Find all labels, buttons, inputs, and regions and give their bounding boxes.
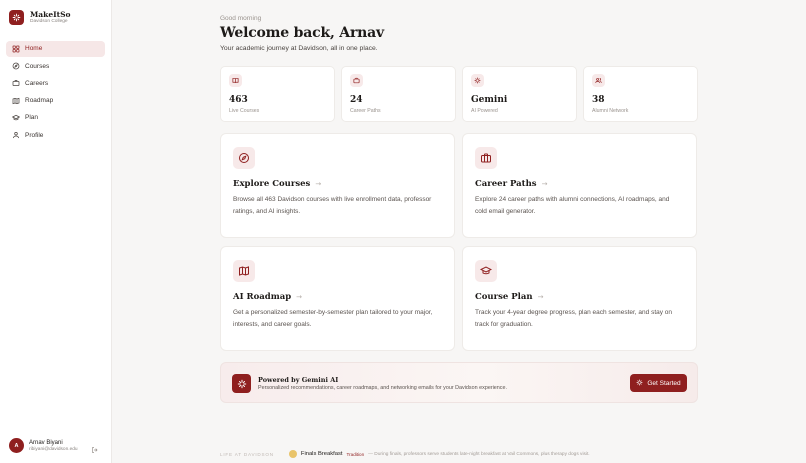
stat-card-alumni: 38 Alumni Network: [583, 66, 698, 122]
arrow-right-icon: →: [296, 293, 303, 301]
avatar: A: [9, 438, 24, 453]
stat-label: Alumni Network: [592, 108, 629, 114]
briefcase-icon: [350, 74, 363, 87]
card-career-paths[interactable]: Career Paths → Explore 24 career paths w…: [462, 133, 697, 238]
pancake-icon: [288, 450, 297, 458]
user-profile[interactable]: A Arnav Biyani ribiyani@davidson.edu: [9, 438, 101, 454]
sidebar-item-label: Profile: [25, 131, 44, 139]
app-subtitle: Davidson College: [30, 19, 68, 24]
stat-card-courses: 463 Live Courses: [220, 66, 335, 122]
sidebar-item-profile[interactable]: Profile: [6, 127, 105, 143]
button-label: Get Started: [647, 379, 681, 387]
page-subtitle: Your academic journey at Davidson, all i…: [220, 45, 378, 52]
ticker-label: LIFE AT DAVIDSON: [220, 451, 274, 457]
map-icon: [11, 96, 20, 105]
sidebar-item-home[interactable]: Home: [6, 41, 105, 57]
graduation-cap-icon: [475, 260, 497, 282]
card-explore-courses[interactable]: Explore Courses → Browse all 463 Davidso…: [220, 133, 455, 238]
sparkle-icon: [471, 74, 484, 87]
graduation-cap-icon: [11, 113, 20, 122]
sidebar-item-roadmap[interactable]: Roadmap: [6, 93, 105, 109]
stat-value: 463: [229, 95, 248, 105]
sidebar-item-label: Plan: [25, 114, 39, 122]
compass-icon: [11, 62, 20, 71]
sidebar-item-label: Courses: [25, 62, 50, 70]
briefcase-icon: [475, 147, 497, 169]
stat-value: Gemini: [471, 95, 508, 105]
compass-icon: [233, 147, 255, 169]
ticker-tag: Tradition: [346, 451, 365, 457]
ticker-description: — During finals, professors serve studen…: [368, 451, 590, 457]
card-ai-roadmap[interactable]: AI Roadmap → Get a personalized semester…: [220, 246, 455, 351]
sidebar-item-label: Careers: [25, 79, 49, 87]
gemini-banner: Powered by Gemini AI Personalized recomm…: [220, 362, 698, 403]
sidebar: MakeItSo Davidson College Home Courses C…: [0, 0, 112, 463]
card-course-plan[interactable]: Course Plan → Track your 4-year degree p…: [462, 246, 697, 351]
book-icon: [229, 74, 242, 87]
user-icon: [11, 131, 20, 140]
app-name: MakeItSo: [30, 10, 71, 19]
sidebar-nav: Home Courses Careers Roadmap Plan Profil…: [6, 41, 105, 145]
user-name: Arnav Biyani: [29, 439, 63, 446]
life-ticker: LIFE AT DAVIDSON Finals Breakfast Tradit…: [220, 450, 590, 458]
user-email: ribiyani@davidson.edu: [29, 446, 78, 452]
ticker-event: Finals Breakfast: [300, 451, 343, 457]
sparkle-icon: [636, 379, 643, 388]
card-description: Browse all 463 Davidson courses with liv…: [233, 196, 432, 215]
briefcase-icon: [11, 79, 20, 88]
card-description: Track your 4-year degree progress, plan …: [475, 309, 673, 328]
card-title: Course Plan: [475, 292, 533, 302]
stat-value: 38: [592, 95, 605, 105]
sidebar-item-careers[interactable]: Careers: [6, 76, 105, 92]
get-started-button[interactable]: Get Started: [630, 374, 687, 392]
stat-card-careers: 24 Career Paths: [341, 66, 456, 122]
sidebar-item-courses[interactable]: Courses: [6, 58, 105, 74]
arrow-right-icon: →: [541, 180, 548, 188]
card-title: Career Paths: [475, 179, 537, 189]
map-icon: [233, 260, 255, 282]
brand[interactable]: MakeItSo Davidson College: [9, 10, 71, 25]
arrow-right-icon: →: [315, 180, 322, 188]
stat-label: Career Paths: [350, 108, 381, 114]
logout-icon[interactable]: [91, 441, 99, 454]
sparkle-icon: [232, 374, 251, 393]
sidebar-item-label: Roadmap: [25, 97, 54, 105]
sidebar-item-plan[interactable]: Plan: [6, 110, 105, 126]
stat-card-ai: Gemini AI Powered: [462, 66, 577, 122]
page-title: Welcome back, Arnav: [220, 25, 384, 41]
card-description: Explore 24 career paths with alumni conn…: [475, 196, 670, 215]
card-title: Explore Courses: [233, 179, 311, 189]
users-icon: [592, 74, 605, 87]
banner-title: Powered by Gemini AI: [258, 376, 339, 384]
card-title: AI Roadmap: [233, 292, 292, 302]
card-description: Get a personalized semester-by-semester …: [233, 309, 433, 328]
grid-icon: [11, 44, 20, 53]
sparkle-logo-icon: [9, 10, 24, 25]
sidebar-item-label: Home: [25, 45, 43, 53]
stat-label: Live Courses: [229, 108, 260, 114]
stat-value: 24: [350, 95, 363, 105]
banner-description: Personalized recommendations, career roa…: [258, 385, 507, 391]
greeting: Good morning: [220, 15, 262, 22]
arrow-right-icon: →: [537, 293, 544, 301]
stat-label: AI Powered: [471, 108, 498, 114]
